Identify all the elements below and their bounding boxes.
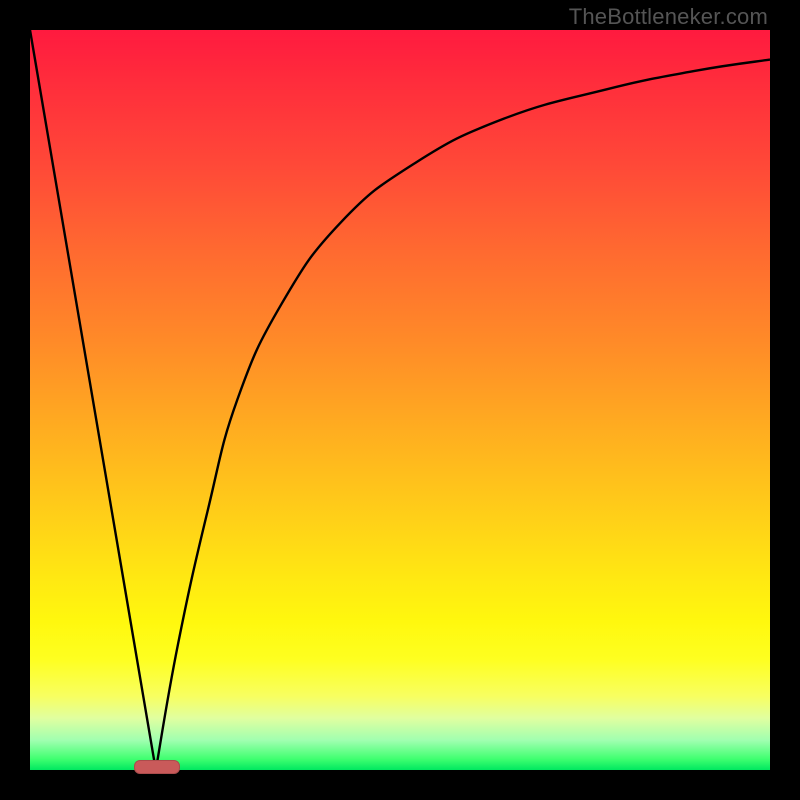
bottleneck-curve	[30, 30, 770, 770]
watermark-text: TheBottleneker.com	[569, 4, 768, 30]
curve-layer	[30, 30, 770, 770]
chart-frame: TheBottleneker.com	[0, 0, 800, 800]
plot-area	[30, 30, 770, 770]
optimal-marker	[134, 760, 180, 774]
